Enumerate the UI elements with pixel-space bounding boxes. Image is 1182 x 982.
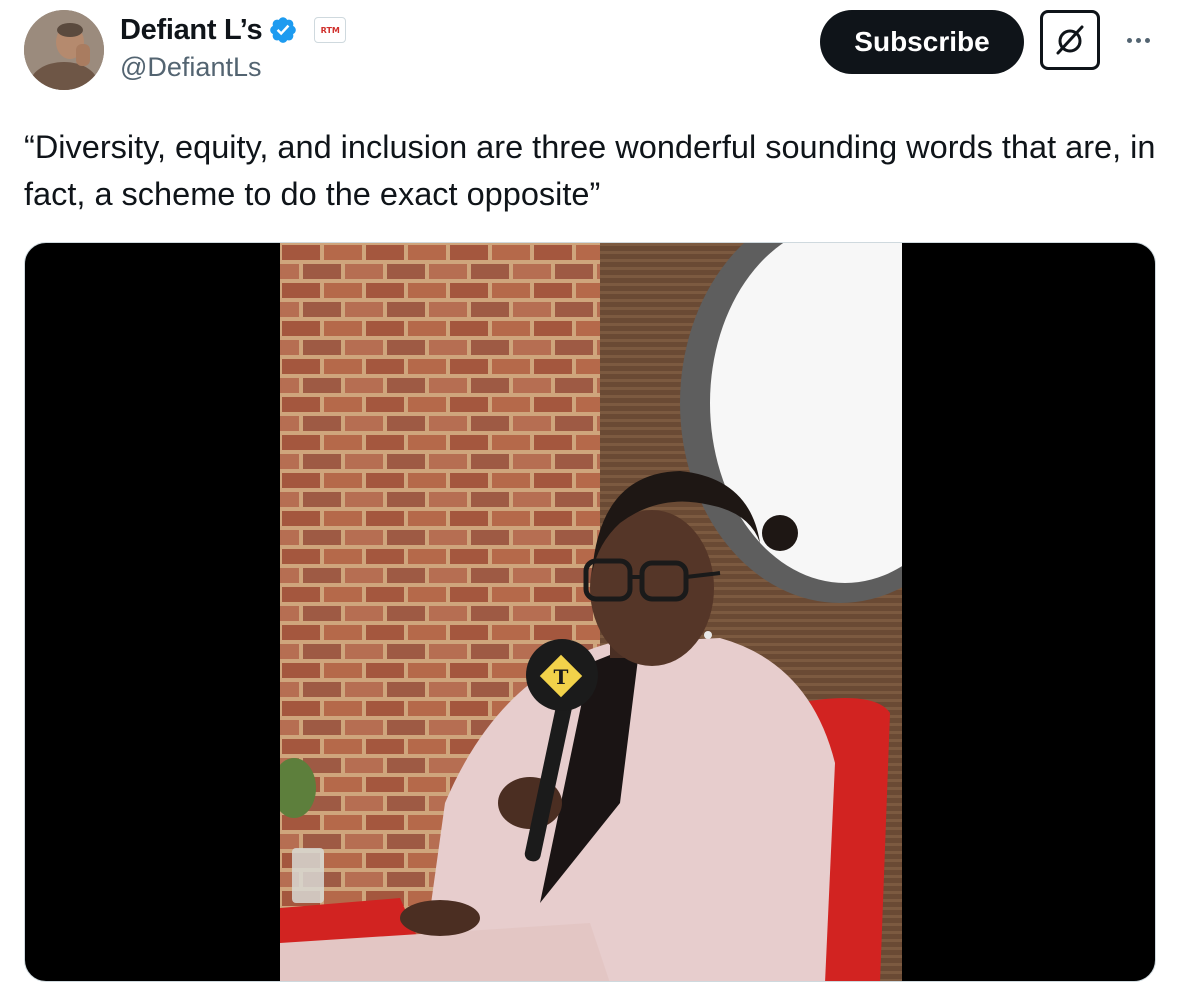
tweet-video[interactable]: T bbox=[24, 242, 1156, 982]
microphone-logo-text: T bbox=[554, 665, 569, 689]
affiliate-badge-text: RTM bbox=[320, 25, 340, 35]
more-horizontal-icon[interactable] bbox=[1118, 20, 1158, 60]
avatar-image bbox=[24, 10, 104, 90]
author-display-name[interactable]: Defiant L’s bbox=[120, 14, 263, 47]
verified-badge-icon[interactable] bbox=[268, 15, 298, 45]
avatar[interactable] bbox=[24, 10, 104, 90]
grok-button[interactable] bbox=[1040, 10, 1100, 70]
author-name-row: Defiant L’s RTM bbox=[120, 10, 347, 50]
subscribe-button[interactable]: Subscribe bbox=[820, 10, 1024, 74]
tweet-text: “Diversity, equity, and inclusion are th… bbox=[24, 129, 1156, 212]
video-still-image: T bbox=[280, 243, 902, 981]
video-frame[interactable]: T bbox=[280, 243, 902, 981]
affiliate-badge[interactable]: RTM bbox=[314, 17, 347, 43]
grok-icon bbox=[1056, 25, 1084, 55]
author-handle[interactable]: @DefiantLs bbox=[120, 52, 261, 83]
